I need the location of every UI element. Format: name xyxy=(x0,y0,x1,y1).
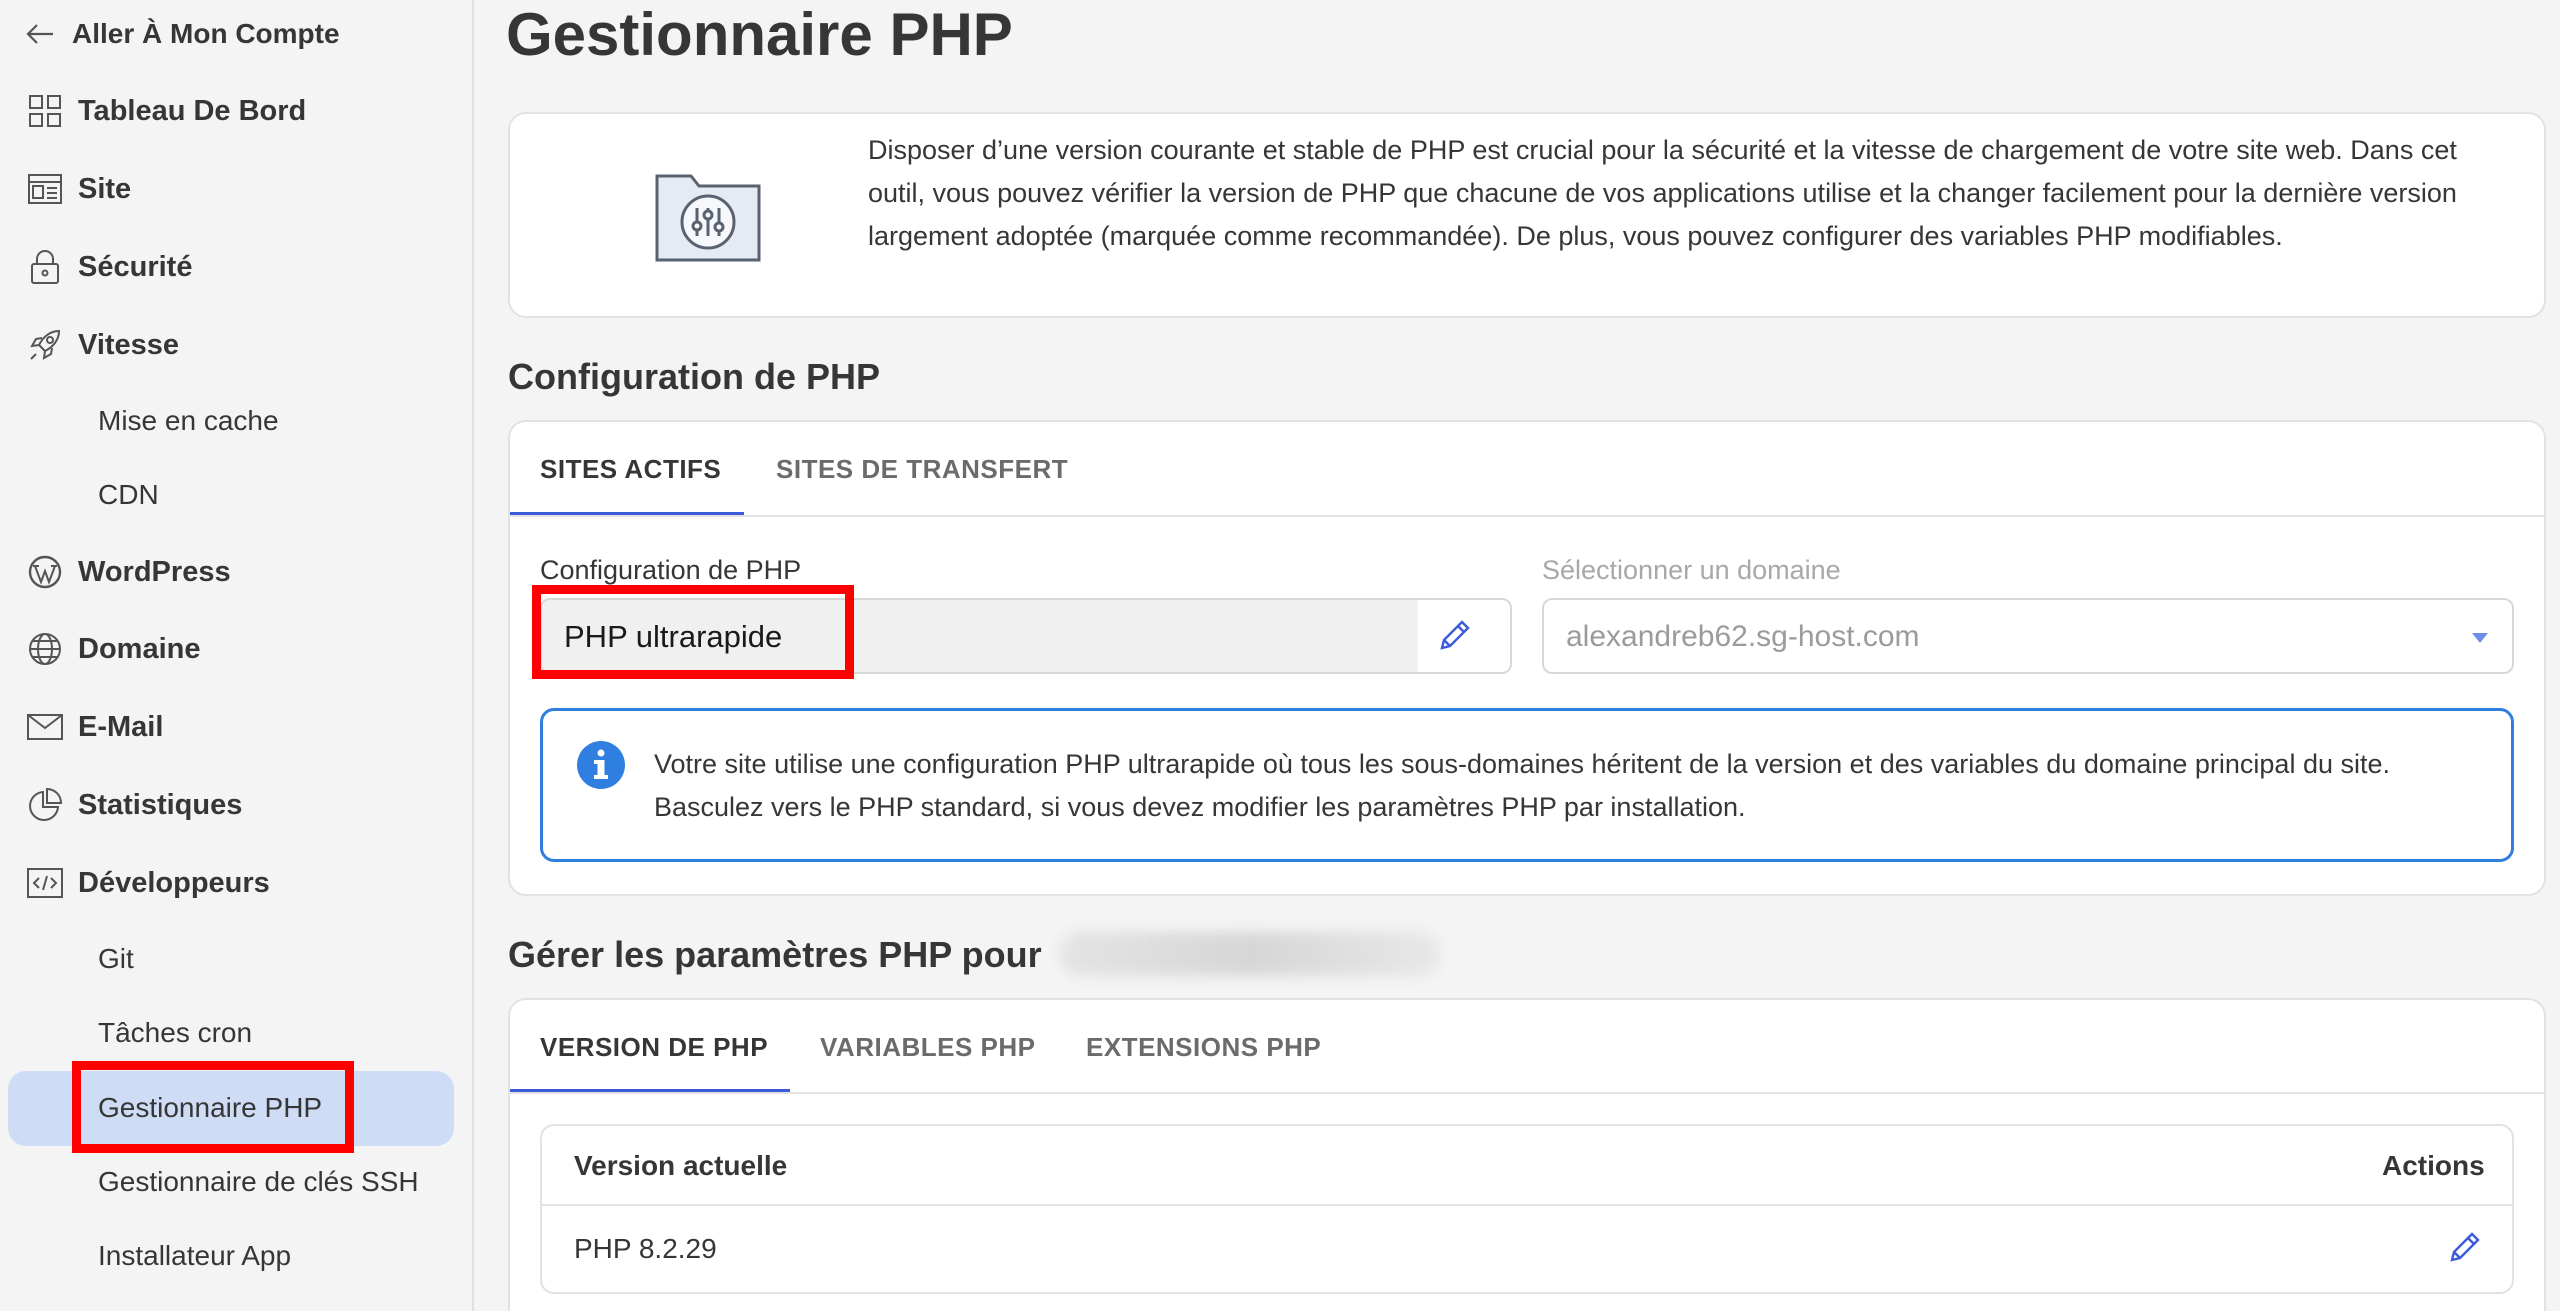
sidebar-item-label: WordPress xyxy=(78,555,231,588)
code-icon xyxy=(26,864,64,902)
highlight-box xyxy=(72,1061,354,1153)
sidebar-item-label: Gestionnaire de clés SSH xyxy=(98,1166,419,1197)
sidebar-item-label: Mise en cache xyxy=(98,405,279,436)
tab-php-version[interactable]: VERSION DE PHP xyxy=(540,1032,768,1063)
back-to-account-link[interactable]: Aller À Mon Compte xyxy=(26,14,340,54)
mail-icon xyxy=(26,708,64,746)
column-header-current-version: Version actuelle xyxy=(574,1150,788,1181)
dashboard-grid-icon xyxy=(26,92,64,130)
sidebar-item-git[interactable]: Git xyxy=(98,936,134,982)
manage-section-title: Gérer les paramètres PHP pour xyxy=(508,934,1042,975)
edit-php-version-button[interactable] xyxy=(2446,1230,2482,1271)
blurred-domain xyxy=(1060,932,1440,976)
back-link-label: Aller À Mon Compte xyxy=(72,18,340,49)
sidebar-item-label: CDN xyxy=(98,479,159,510)
sidebar-item-dashboard[interactable]: Tableau De Bord xyxy=(26,87,306,135)
sidebar-item-label: Développeurs xyxy=(78,866,270,899)
chevron-down-icon xyxy=(2472,630,2488,648)
tab-php-variables[interactable]: VARIABLES PHP xyxy=(820,1032,1036,1063)
config-section-title: Configuration de PHP xyxy=(508,356,880,397)
sidebar-item-cdn[interactable]: CDN xyxy=(98,472,159,518)
sidebar-item-label: Installateur App xyxy=(98,1240,292,1271)
globe-icon xyxy=(26,630,64,668)
sidebar-item-label: Vitesse xyxy=(78,328,180,361)
sidebar-item-domain[interactable]: Domaine xyxy=(26,625,200,673)
info-icon xyxy=(576,740,626,795)
php-version-table xyxy=(540,1124,2514,1294)
lock-icon xyxy=(26,248,64,286)
tab-staging-sites[interactable]: SITES DE TRANSFERT xyxy=(776,454,1068,485)
sidebar-item-label: Site xyxy=(78,172,132,205)
sidebar: Aller À Mon Compte Tableau De Bord Site … xyxy=(0,0,474,1311)
domain-select-value: alexandreb62.sg-host.com xyxy=(1566,620,1920,653)
sidebar-item-email[interactable]: E-Mail xyxy=(26,703,163,751)
pie-chart-icon xyxy=(26,786,64,824)
column-header-actions: Actions xyxy=(2382,1150,2485,1181)
sidebar-item-speed[interactable]: Vitesse xyxy=(26,321,179,369)
site-layout-icon xyxy=(26,170,64,208)
highlight-box xyxy=(532,585,854,679)
sidebar-item-security[interactable]: Sécurité xyxy=(26,243,192,291)
tabs-divider xyxy=(510,1092,2544,1094)
sidebar-item-cron[interactable]: Tâches cron xyxy=(98,1010,252,1056)
sidebar-item-label: Sécurité xyxy=(78,250,193,283)
wordpress-icon xyxy=(26,553,64,591)
info-message: Votre site utilise une configuration PHP… xyxy=(654,749,2391,822)
edit-php-config-button[interactable] xyxy=(1436,618,1472,659)
pencil-icon xyxy=(1440,620,1470,650)
sidebar-item-label: Tableau De Bord xyxy=(78,94,307,127)
php-config-label: Configuration de PHP xyxy=(540,555,802,585)
sidebar-item-caching[interactable]: Mise en cache xyxy=(98,398,279,444)
php-version-value: PHP 8.2.29 xyxy=(574,1233,717,1264)
tabs-divider xyxy=(510,515,2544,517)
sidebar-item-statistics[interactable]: Statistiques xyxy=(26,781,242,829)
intro-description: Disposer d’une version courante et stabl… xyxy=(868,135,2457,251)
tab-active-sites[interactable]: SITES ACTIFS xyxy=(540,454,721,485)
sidebar-item-ssh-keys[interactable]: Gestionnaire de clés SSH xyxy=(98,1159,419,1205)
sidebar-item-site[interactable]: Site xyxy=(26,165,131,213)
sidebar-item-label: Git xyxy=(98,943,134,974)
sidebar-item-label: Tâches cron xyxy=(98,1017,253,1048)
pencil-icon xyxy=(2450,1232,2480,1262)
sidebar-item-label: Statistiques xyxy=(78,788,243,821)
sidebar-item-developers[interactable]: Développeurs xyxy=(26,859,270,907)
main-content: Gestionnaire PHP Disposer d’une version … xyxy=(476,0,2560,1311)
table-header-divider xyxy=(542,1204,2512,1206)
domain-select-label: Sélectionner un domaine xyxy=(1542,555,1841,585)
tab-php-extensions[interactable]: EXTENSIONS PHP xyxy=(1086,1032,1321,1063)
sidebar-item-label: Domaine xyxy=(78,632,201,665)
page-title: Gestionnaire PHP xyxy=(506,1,1013,68)
sidebar-item-wordpress[interactable]: WordPress xyxy=(26,548,231,596)
sidebar-item-app-installer[interactable]: Installateur App xyxy=(98,1233,291,1279)
arrow-left-icon xyxy=(26,24,53,44)
sidebar-item-label: E-Mail xyxy=(78,710,164,743)
rocket-icon xyxy=(26,326,64,364)
php-folder-icon xyxy=(654,170,762,267)
